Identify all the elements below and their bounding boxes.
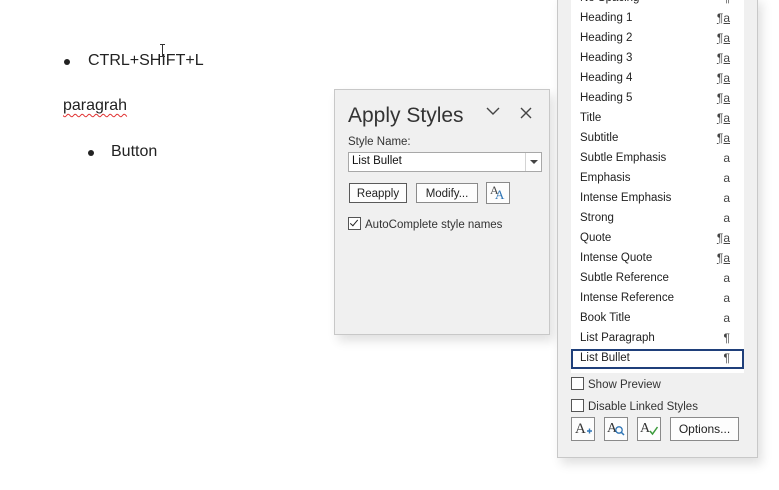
apply-styles-panel: Apply Styles Style Name: List Bullet Rea… — [334, 89, 550, 335]
character-style-icon: a — [723, 291, 730, 305]
style-item-label: Heading 2 — [580, 32, 633, 44]
style-item-label: Heading 4 — [580, 72, 633, 84]
style-item-label: Quote — [580, 232, 612, 244]
style-item[interactable]: Intense Quote ¶a — [571, 249, 744, 269]
disable-linked-label: Disable Linked Styles — [588, 401, 698, 413]
bullet-1 — [64, 59, 70, 65]
style-item[interactable]: No Spacing ¶ — [571, 0, 744, 9]
character-style-icon: a — [723, 311, 730, 325]
style-item-label: Heading 1 — [580, 12, 633, 24]
style-item[interactable]: Quote ¶a — [571, 229, 744, 249]
style-item-label: Intense Quote — [580, 252, 653, 264]
show-preview-label: Show Preview — [588, 379, 661, 391]
style-item[interactable]: Title ¶a — [571, 109, 744, 129]
style-item[interactable]: Intense Emphasis a — [571, 189, 744, 209]
paragraph-style-icon: ¶ — [724, 0, 730, 5]
style-item-label: No Spacing — [580, 0, 639, 4]
style-item[interactable]: Intense Reference a — [571, 289, 744, 309]
style-item[interactable]: Heading 2 ¶a — [571, 29, 744, 49]
style-item-label: Subtitle — [580, 132, 619, 144]
style-item-label: Title — [580, 112, 602, 124]
character-style-icon: a — [723, 151, 730, 165]
style-name-combobox[interactable]: List Bullet — [348, 152, 542, 172]
linked-style-icon: ¶a — [716, 71, 730, 85]
styles-icon: A A — [490, 183, 505, 202]
style-item[interactable]: Book Title a — [571, 309, 744, 329]
style-item-label: Intense Reference — [580, 292, 674, 304]
linked-style-icon: ¶a — [716, 131, 730, 145]
styles-pane-button[interactable]: A A — [486, 182, 510, 204]
style-item-label: List Bullet — [580, 352, 630, 364]
disable-linked-row[interactable]: Disable Linked Styles — [571, 399, 698, 413]
disable-linked-checkbox[interactable] — [571, 399, 584, 412]
style-inspector-icon: A — [607, 421, 625, 436]
character-style-icon: a — [723, 211, 730, 225]
style-item[interactable]: Heading 5 ¶a — [571, 89, 744, 109]
character-style-icon: a — [723, 191, 730, 205]
autocomplete-row[interactable]: AutoComplete style names — [348, 217, 502, 231]
style-item[interactable]: Heading 4 ¶a — [571, 69, 744, 89]
autocomplete-checkbox[interactable] — [348, 217, 361, 230]
svg-text:A: A — [495, 187, 505, 201]
style-item[interactable]: Heading 3 ¶a — [571, 49, 744, 69]
apply-styles-title: Apply Styles — [348, 104, 464, 127]
paragraph-style-icon: ¶ — [723, 351, 730, 365]
modify-button[interactable]: Modify... — [416, 183, 478, 203]
character-style-icon: a — [723, 171, 730, 185]
bullet-2 — [88, 150, 94, 156]
style-item[interactable]: Subtle Emphasis a — [571, 149, 744, 169]
style-item-label: Heading 3 — [580, 52, 633, 64]
style-item[interactable]: Heading 1 ¶a — [571, 9, 744, 29]
style-item-label: Heading 5 — [580, 92, 633, 104]
character-style-icon: a — [723, 271, 730, 285]
show-preview-row[interactable]: Show Preview — [571, 377, 661, 391]
style-item-label: Emphasis — [580, 172, 631, 184]
new-style-icon: A — [575, 421, 592, 437]
style-item[interactable]: Strong a — [571, 209, 744, 229]
style-item[interactable]: List Bullet ¶ — [571, 349, 744, 369]
show-preview-checkbox[interactable] — [571, 377, 584, 390]
linked-style-icon: ¶a — [716, 11, 730, 25]
linked-style-icon: ¶a — [716, 31, 730, 45]
autocomplete-label: AutoComplete style names — [365, 219, 503, 231]
close-icon[interactable] — [519, 104, 533, 125]
svg-text:A: A — [640, 421, 651, 436]
style-item[interactable]: Emphasis a — [571, 169, 744, 189]
new-style-button[interactable]: A — [571, 417, 595, 441]
linked-style-icon: ¶a — [716, 111, 730, 125]
style-item-label: List Paragraph — [580, 332, 655, 344]
paragraph-style-icon: ¶ — [723, 331, 730, 345]
doc-line-paragraph[interactable]: paragrah — [63, 97, 127, 115]
doc-line-button[interactable]: Button — [111, 143, 157, 161]
manage-styles-button[interactable]: A — [637, 417, 661, 441]
style-item[interactable]: List Paragraph ¶ — [571, 329, 744, 349]
dropdown-arrow-icon[interactable] — [525, 153, 541, 171]
style-item-label: Book Title — [580, 312, 631, 324]
style-item-label: Subtle Reference — [580, 272, 669, 284]
reapply-button[interactable]: Reapply — [349, 183, 407, 203]
style-item[interactable]: Subtle Reference a — [571, 269, 744, 289]
style-name-value[interactable]: List Bullet — [352, 155, 402, 167]
styles-pane: No Spacing¶Heading 1¶aHeading 2¶aHeading… — [557, 0, 758, 458]
doc-line-shortcut[interactable]: CTRL+SHIFT+L — [88, 52, 204, 70]
styles-list[interactable]: No Spacing¶Heading 1¶aHeading 2¶aHeading… — [571, 0, 744, 373]
manage-styles-icon: A — [640, 421, 659, 436]
style-item-label: Strong — [580, 212, 614, 224]
style-item-label: Intense Emphasis — [580, 192, 672, 204]
linked-style-icon: ¶a — [716, 91, 730, 105]
style-item-label: Subtle Emphasis — [580, 152, 667, 164]
linked-style-icon: ¶a — [716, 51, 730, 65]
svg-text:A: A — [575, 421, 586, 437]
chevron-down-icon[interactable] — [485, 103, 501, 124]
linked-style-icon: ¶a — [716, 251, 730, 265]
style-inspector-button[interactable]: A — [604, 417, 628, 441]
style-name-label: Style Name: — [348, 136, 411, 148]
linked-style-icon: ¶a — [716, 231, 730, 245]
text-cursor-icon — [160, 44, 168, 57]
style-item[interactable]: Subtitle ¶a — [571, 129, 744, 149]
options-button[interactable]: Options... — [670, 417, 739, 441]
